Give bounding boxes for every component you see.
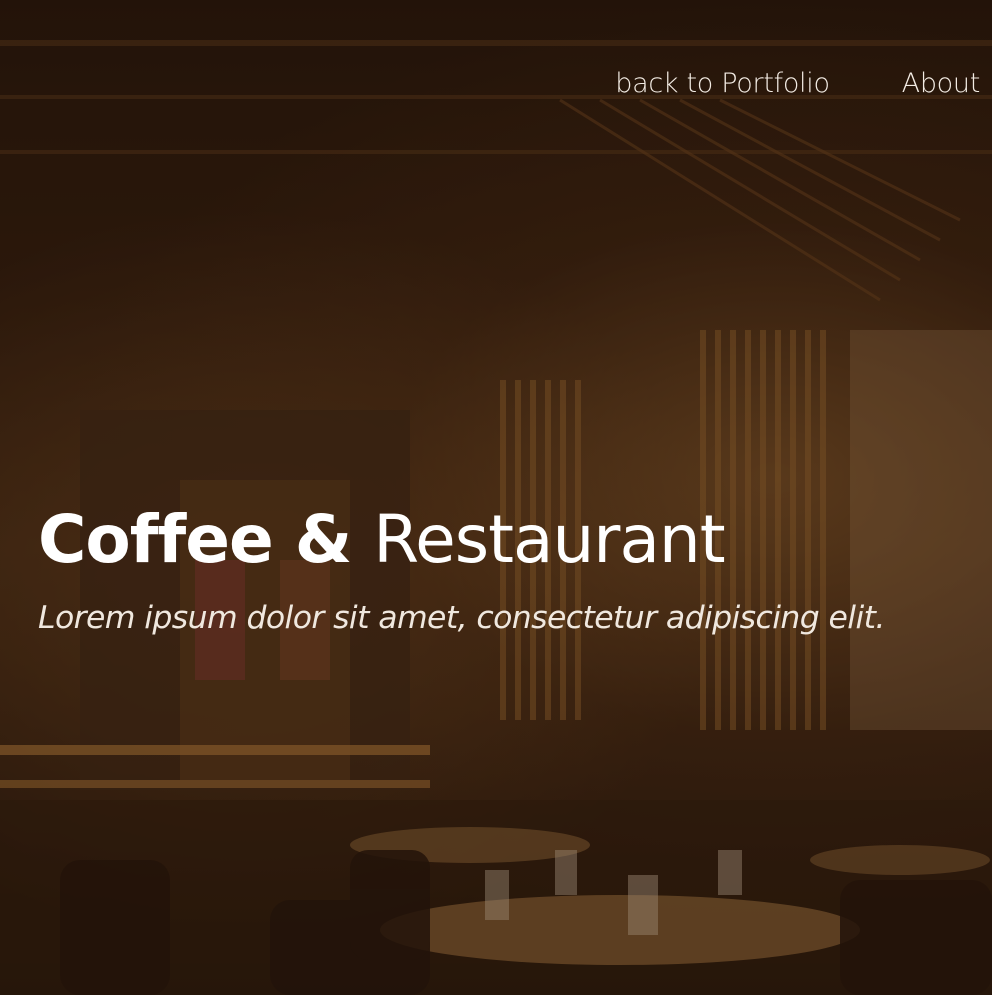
hero-subtitle: Lorem ipsum dolor sit amet, consectetur …	[38, 600, 885, 636]
dark-overlay	[0, 0, 992, 995]
hero-title-light: Restaurant	[373, 501, 725, 578]
nav-link-about[interactable]: About	[902, 68, 981, 99]
top-navigation: back to Portfolio About	[615, 68, 980, 99]
hero-title-bold: Coffee &	[38, 501, 352, 578]
hero-section: back to Portfolio About Coffee & Restaur…	[0, 0, 992, 995]
nav-link-back-to-portfolio[interactable]: back to Portfolio	[615, 68, 830, 99]
hero-title: Coffee & Restaurant	[38, 500, 726, 580]
